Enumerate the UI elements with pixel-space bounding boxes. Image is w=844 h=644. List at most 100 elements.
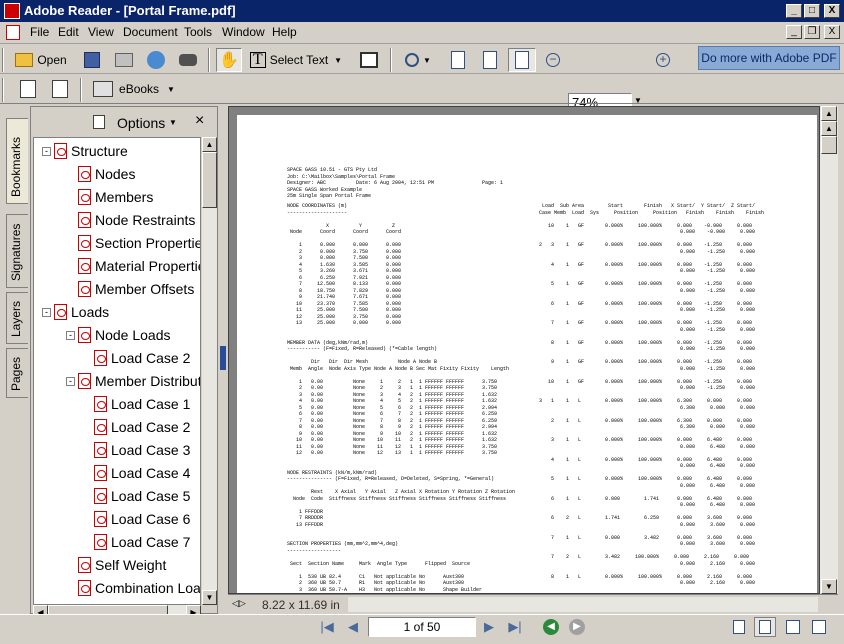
facing-view-icon[interactable] — [782, 617, 804, 637]
splitter-grip[interactable] — [220, 346, 226, 370]
chevron-down-icon[interactable]: ▼ — [167, 85, 175, 94]
first-page-icon[interactable]: |◀ — [316, 617, 338, 637]
doc-scroll-up-icon[interactable]: ▲ — [821, 106, 837, 121]
bookmark-item[interactable]: Load Case 2 — [82, 416, 190, 438]
bookmark-vertical-scrollbar[interactable]: ▲ ▼ — [202, 137, 217, 605]
actual-size-button[interactable] — [446, 48, 470, 72]
bookmark-item[interactable]: Load Case 7 — [82, 531, 190, 553]
page-number-input[interactable]: 1 of 50 — [368, 617, 476, 637]
last-page-icon[interactable]: ▶| — [504, 617, 526, 637]
previous-page-icon[interactable]: ◀ — [342, 617, 364, 637]
hand-tool-button[interactable]: ✋ — [216, 48, 242, 72]
bookmark-item[interactable]: Load Case 6 — [82, 508, 190, 530]
tab-bookmarks[interactable]: Bookmarks — [6, 118, 28, 204]
collapse-icon[interactable]: - — [42, 146, 51, 156]
menu-file[interactable]: File — [30, 25, 49, 39]
scroll-thumb[interactable] — [202, 152, 217, 208]
close-button[interactable]: X — [824, 4, 840, 18]
tab-pages[interactable]: Pages — [6, 348, 28, 398]
scroll-up-icon[interactable]: ▲ — [202, 137, 217, 152]
next-page-icon[interactable]: ▶ — [478, 617, 500, 637]
bookmark-item[interactable]: Nodes — [66, 163, 135, 185]
single-page-view-icon[interactable] — [728, 617, 750, 637]
collapse-icon[interactable]: - — [66, 330, 75, 340]
minimize-button[interactable]: _ — [786, 4, 802, 18]
collapse-icon[interactable]: - — [42, 307, 51, 317]
bookmark-item[interactable]: Load Case 2 — [82, 347, 190, 369]
menu-view[interactable]: View — [88, 25, 114, 39]
navigation-tabs: Bookmarks Signatures Layers Pages — [0, 106, 30, 614]
continuous-facing-view-icon[interactable] — [808, 617, 830, 637]
chevron-down-icon[interactable]: ▼ — [169, 118, 177, 127]
scroll-down-icon[interactable]: ▼ — [202, 590, 217, 605]
print-button[interactable] — [112, 48, 136, 72]
options-menu[interactable]: Options — [117, 115, 165, 131]
open-button[interactable]: Open — [8, 48, 74, 72]
tab-layers[interactable]: Layers — [6, 292, 28, 344]
doc-minimize-button[interactable]: _ — [786, 25, 802, 39]
bookmark-item[interactable]: Load Case 3 — [82, 439, 190, 461]
next-view-icon[interactable]: ▶ — [566, 617, 588, 637]
bookmark-label: Load Case 4 — [111, 465, 191, 481]
bookmark-item[interactable]: - Loads — [42, 301, 109, 323]
fit-width-button[interactable] — [508, 48, 536, 72]
search-button[interactable] — [176, 48, 200, 72]
save-button[interactable] — [80, 48, 104, 72]
bookmark-item[interactable]: Node Restraints — [66, 209, 195, 231]
bookmark-icon — [54, 304, 67, 320]
bookmark-item[interactable]: Material Properties — [66, 255, 200, 277]
tab-signatures[interactable]: Signatures — [6, 214, 28, 288]
rotate-left-button[interactable] — [14, 77, 42, 101]
continuous-view-icon[interactable] — [754, 617, 776, 637]
zoom-in-tool-button[interactable]: ▼ — [398, 48, 438, 72]
do-more-adobe-button[interactable]: Do more with Adobe PDF — [698, 46, 840, 70]
bookmark-item[interactable]: Members — [66, 186, 153, 208]
menu-bar: File Edit View Document Tools Window Hel… — [0, 22, 844, 44]
ebooks-button[interactable]: eBooks ▼ — [90, 77, 178, 101]
bookmark-item[interactable]: Member Offsets — [66, 278, 194, 300]
bookmark-item[interactable]: - Member Distributed — [66, 370, 200, 392]
menu-help[interactable]: Help — [272, 25, 297, 39]
document-view[interactable]: SPACE GASS 10.51 - GTS Pty Ltd Job: C:\M… — [228, 106, 820, 594]
select-text-button[interactable]: T Select Text ▼ — [248, 48, 344, 72]
bookmark-item[interactable]: - Structure — [42, 140, 128, 162]
doc-close-button[interactable]: X — [824, 25, 840, 39]
fit-page-button[interactable] — [478, 48, 502, 72]
bookmark-item[interactable]: Self Weight — [66, 554, 166, 576]
camera-icon — [360, 52, 378, 68]
document-horizontal-scrollbar[interactable] — [348, 597, 818, 612]
doc-scroll-thumb[interactable] — [821, 136, 837, 154]
chevron-down-icon[interactable]: ▼ — [334, 56, 342, 65]
bookmark-item[interactable]: - Node Loads — [66, 324, 171, 346]
previous-view-icon[interactable]: ◀ — [540, 617, 562, 637]
bookmark-label: Section Properties — [95, 235, 201, 251]
rotate-right-button[interactable] — [46, 77, 74, 101]
document-vertical-scrollbar[interactable]: ▲ ▲ ▼ — [820, 106, 838, 594]
doc-scroll-down-icon[interactable]: ▼ — [821, 579, 837, 594]
bookmark-item[interactable]: Section Properties — [66, 232, 201, 254]
snapshot-button[interactable] — [356, 48, 382, 72]
bookmark-item[interactable]: Load Case 1 — [82, 393, 190, 415]
plus-circle-icon: + — [656, 53, 670, 67]
chevron-down-icon[interactable]: ▼ — [423, 56, 431, 65]
bookmark-icon — [94, 419, 107, 435]
doc-restore-button[interactable]: ❐ — [804, 25, 820, 39]
close-panel-icon[interactable]: × — [195, 112, 204, 130]
bookmark-item[interactable]: Load Case 4 — [82, 462, 190, 484]
menu-document[interactable]: Document — [123, 25, 178, 39]
menu-window[interactable]: Window — [222, 25, 265, 39]
menu-tools[interactable]: Tools — [184, 25, 212, 39]
bookmark-item[interactable]: Load Case 5 — [82, 485, 190, 507]
doc-scroll-top-icon[interactable]: ▲ — [821, 121, 837, 136]
email-button[interactable] — [144, 48, 168, 72]
maximize-button[interactable]: □ — [804, 4, 820, 18]
bookmark-item[interactable]: Combination Load C — [66, 577, 200, 599]
zoom-in-button[interactable]: + — [652, 48, 674, 72]
menu-edit[interactable]: Edit — [58, 25, 79, 39]
bookmark-label: Nodes — [95, 166, 136, 182]
zoom-out-button[interactable]: − — [542, 48, 564, 72]
collapse-icon[interactable]: - — [66, 376, 75, 386]
document-icon[interactable] — [6, 25, 20, 40]
panel-splitter[interactable] — [218, 106, 228, 614]
bookmark-icon — [94, 350, 107, 366]
